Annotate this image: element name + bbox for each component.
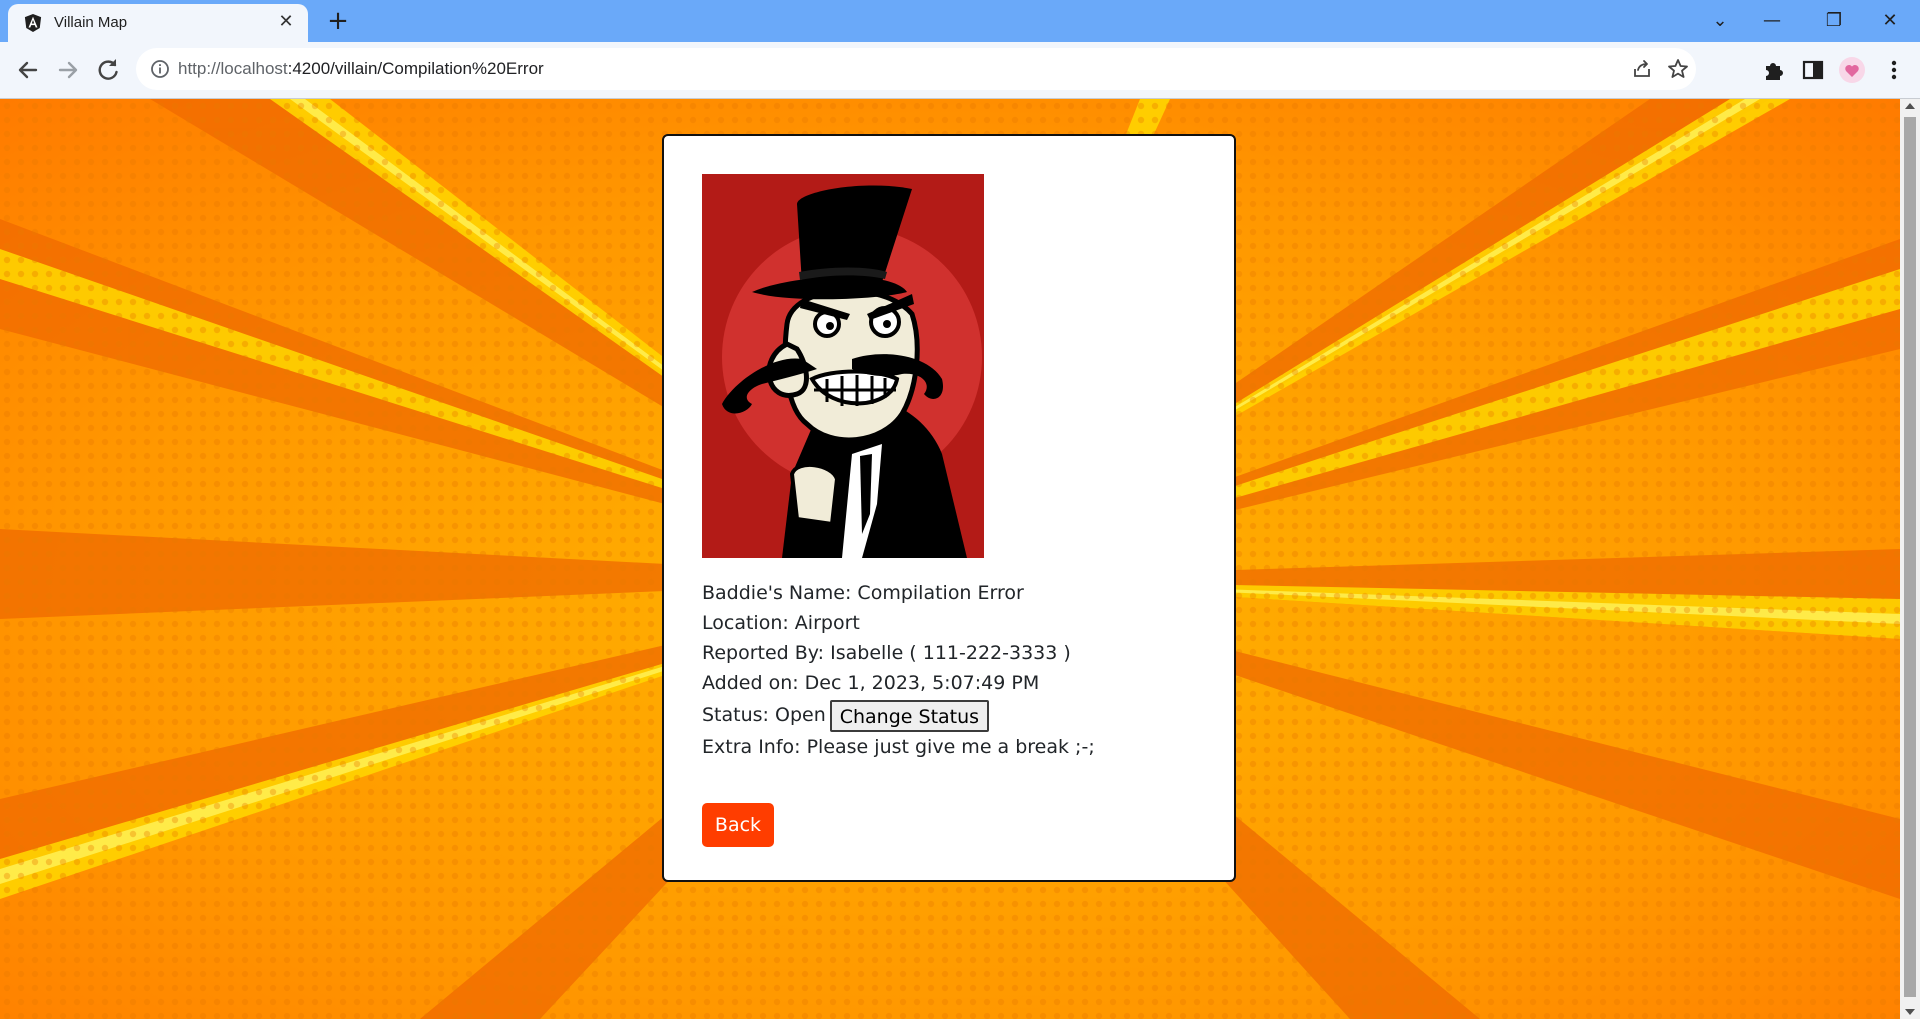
browser-toolbar: http://localhost:4200/villain/Compilatio… bbox=[0, 42, 1920, 99]
villain-image bbox=[702, 174, 984, 558]
tab-strip: Villain Map ✕ + ⌄ — ❐ ✕ bbox=[0, 0, 1920, 42]
close-window-button[interactable]: ✕ bbox=[1870, 6, 1910, 36]
villain-added-on: Added on: Dec 1, 2023, 5:07:49 PM bbox=[702, 672, 1040, 694]
url-path: :4200/villain/Compilation%20Error bbox=[287, 59, 544, 78]
villain-details: Baddie's Name: Compilation Error Locatio… bbox=[702, 578, 1095, 762]
villain-detail-card: Baddie's Name: Compilation Error Locatio… bbox=[662, 134, 1236, 882]
new-tab-button[interactable]: + bbox=[324, 8, 352, 36]
scrollbar-thumb[interactable] bbox=[1904, 117, 1916, 997]
villain-status-row: Status: Open Change Status bbox=[702, 698, 1095, 732]
url-host: http://localhost bbox=[178, 59, 288, 78]
villain-extra-info: Extra Info: Please just give me a break … bbox=[702, 736, 1095, 758]
bookmark-star-icon[interactable] bbox=[1666, 57, 1690, 81]
menu-kebab-icon[interactable] bbox=[1880, 56, 1908, 84]
villain-status: Status: Open bbox=[702, 704, 826, 726]
browser-tab[interactable]: Villain Map ✕ bbox=[8, 4, 308, 42]
back-arrow-icon[interactable] bbox=[12, 54, 44, 86]
villain-cartoon-illustration bbox=[702, 174, 984, 558]
angular-favicon-icon bbox=[24, 14, 42, 32]
villain-name: Baddie's Name: Compilation Error bbox=[702, 582, 1024, 604]
side-panel-icon[interactable] bbox=[1799, 56, 1827, 84]
reload-icon[interactable] bbox=[92, 54, 124, 86]
change-status-button[interactable]: Change Status bbox=[829, 699, 990, 732]
extensions-puzzle-icon[interactable] bbox=[1760, 56, 1788, 84]
page-scrollbar[interactable] bbox=[1900, 99, 1920, 1019]
scroll-down-arrow-icon[interactable] bbox=[1905, 1009, 1915, 1015]
back-button[interactable]: Back bbox=[702, 803, 774, 847]
site-info-icon[interactable] bbox=[150, 59, 170, 79]
tab-search-icon[interactable]: ⌄ bbox=[1700, 6, 1740, 36]
share-icon[interactable] bbox=[1630, 57, 1654, 81]
villain-location: Location: Airport bbox=[702, 612, 860, 634]
minimize-button[interactable]: — bbox=[1752, 6, 1792, 36]
page-viewport: Baddie's Name: Compilation Error Locatio… bbox=[0, 99, 1900, 1019]
forward-arrow-icon[interactable] bbox=[52, 54, 84, 86]
villain-reported-by: Reported By: Isabelle ( 111-222-3333 ) bbox=[702, 642, 1071, 664]
profile-avatar-icon[interactable] bbox=[1838, 56, 1866, 84]
url-text[interactable]: http://localhost:4200/villain/Compilatio… bbox=[178, 59, 544, 79]
address-bar[interactable]: http://localhost:4200/villain/Compilatio… bbox=[136, 48, 1696, 90]
tab-title: Villain Map bbox=[54, 14, 128, 31]
tab-close-icon[interactable]: ✕ bbox=[274, 10, 298, 34]
scroll-up-arrow-icon[interactable] bbox=[1905, 103, 1915, 109]
restore-button[interactable]: ❐ bbox=[1814, 6, 1854, 36]
